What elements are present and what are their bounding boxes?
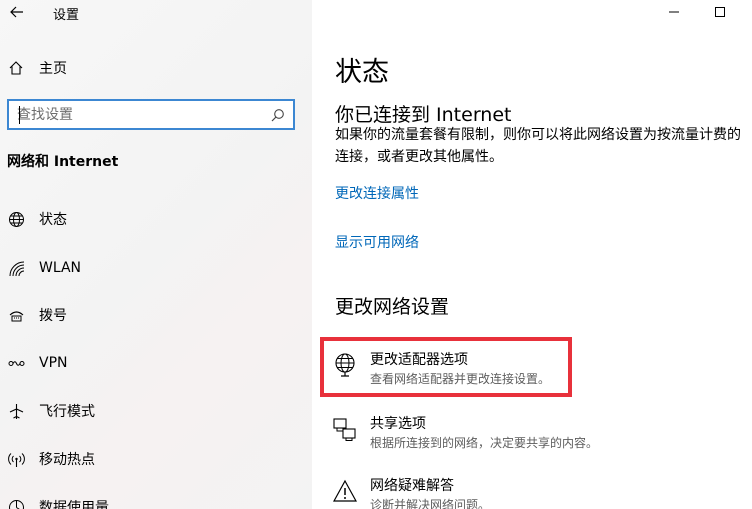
airplane-icon bbox=[7, 402, 25, 420]
connection-status-description: 如果你的流量套餐有限制，则你可以将此网络设置为按流量计费的连接，或者更改其他属性… bbox=[335, 127, 741, 165]
hotspot-icon bbox=[7, 450, 25, 468]
text-caret bbox=[19, 106, 20, 124]
home-icon bbox=[7, 59, 25, 77]
sidebar-item-dialup[interactable]: 拨号 bbox=[0, 298, 312, 332]
sidebar-item-label: 数据使用量 bbox=[39, 500, 109, 509]
dialup-icon bbox=[7, 306, 25, 324]
sidebar-item-label: 主页 bbox=[39, 61, 67, 77]
show-available-networks-link[interactable]: 显示可用网络 bbox=[335, 232, 419, 252]
minimize-button[interactable] bbox=[656, 0, 692, 24]
highlight-box bbox=[320, 337, 572, 397]
sidebar-item-airplane-mode[interactable]: 飞行模式 bbox=[0, 394, 312, 428]
globe-icon bbox=[7, 210, 25, 228]
maximize-button[interactable] bbox=[702, 0, 738, 24]
sidebar-item-wlan[interactable]: WLAN bbox=[0, 251, 312, 285]
search-icon[interactable] bbox=[271, 108, 285, 122]
sidebar-item-label: 拨号 bbox=[39, 308, 67, 324]
vpn-icon bbox=[7, 354, 25, 372]
section-title: 更改网络设置 bbox=[335, 296, 450, 318]
option-description: 诊断并解决网络问题。 bbox=[370, 498, 491, 509]
network-troubleshooter[interactable]: 网络疑难解答 诊断并解决网络问题。 bbox=[332, 471, 732, 509]
wifi-icon bbox=[7, 259, 25, 277]
search-input[interactable] bbox=[9, 101, 259, 128]
sidebar-item-label: 状态 bbox=[39, 212, 67, 228]
sidebar-item-status[interactable]: 状态 bbox=[0, 202, 312, 236]
sidebar-item-label: VPN bbox=[39, 355, 68, 371]
main-content: 状态 你已连接到 Internet 如果你的流量套餐有限制，则你可以将此网络设置… bbox=[312, 0, 752, 509]
sidebar: 设置 主页 网络和 Internet 状态 WLAN 拨号 bbox=[0, 0, 312, 509]
sidebar-item-home[interactable]: 主页 bbox=[0, 52, 312, 84]
sidebar-item-label: 飞行模式 bbox=[39, 404, 95, 420]
sidebar-section-heading: 网络和 Internet bbox=[7, 154, 119, 170]
data-usage-icon bbox=[7, 498, 25, 509]
sidebar-item-label: 移动热点 bbox=[39, 452, 95, 468]
warning-icon bbox=[332, 478, 358, 504]
sharing-icon bbox=[332, 416, 358, 442]
sidebar-item-data-usage[interactable]: 数据使用量 bbox=[0, 490, 312, 509]
back-button[interactable] bbox=[4, 0, 30, 24]
sharing-options[interactable]: 共享选项 根据所连接到的网络，决定要共享的内容。 bbox=[332, 409, 732, 457]
minimize-icon bbox=[669, 11, 679, 13]
search-box[interactable] bbox=[7, 99, 295, 130]
app-title: 设置 bbox=[53, 8, 80, 23]
option-description: 根据所连接到的网络，决定要共享的内容。 bbox=[370, 436, 599, 450]
maximize-icon bbox=[715, 7, 725, 17]
option-title: 网络疑难解答 bbox=[370, 478, 454, 494]
sidebar-item-hotspot[interactable]: 移动热点 bbox=[0, 442, 312, 476]
option-title: 共享选项 bbox=[370, 416, 426, 432]
back-arrow-icon bbox=[10, 6, 23, 18]
connection-status-title: 你已连接到 Internet bbox=[335, 104, 512, 126]
sidebar-item-label: WLAN bbox=[39, 260, 82, 276]
sidebar-item-vpn[interactable]: VPN bbox=[0, 346, 312, 380]
page-title: 状态 bbox=[335, 57, 389, 88]
change-connection-properties-link[interactable]: 更改连接属性 bbox=[335, 183, 419, 203]
